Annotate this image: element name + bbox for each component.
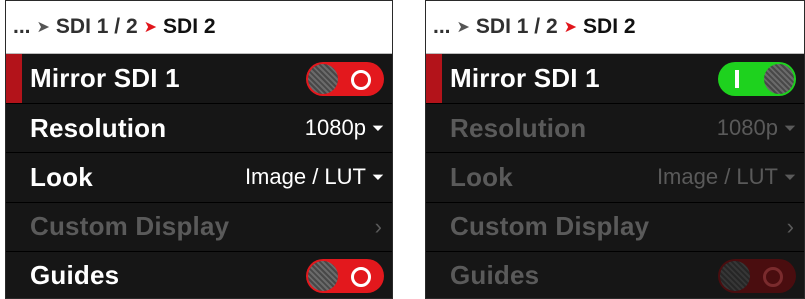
menu-item-resolution: Resolution 1080p ⏷ — [426, 103, 804, 152]
menu-item-label: Resolution — [450, 112, 587, 143]
selection-indicator — [6, 54, 22, 104]
menu-item-label: Mirror SDI 1 — [450, 63, 600, 94]
chevron-down-icon[interactable]: ⏷ — [372, 169, 384, 186]
breadcrumb: ... ➤ SDI 1 / 2 ➤ SDI 2 — [6, 1, 392, 54]
menu-item-mirror-sdi-1[interactable]: Mirror SDI 1 — [6, 54, 392, 104]
chevron-down-icon: ⏷ — [783, 168, 796, 186]
look-value: Image / LUT — [656, 164, 778, 190]
selection-indicator — [426, 54, 442, 104]
toggle-off-icon — [351, 266, 371, 287]
breadcrumb-parent[interactable]: SDI 1 / 2 — [476, 15, 558, 39]
chevron-down-icon[interactable]: ⏷ — [372, 120, 384, 137]
guides-toggle[interactable] — [306, 258, 384, 293]
toggle-knob — [720, 260, 750, 291]
menu-item-label: Mirror SDI 1 — [30, 63, 180, 94]
menu-panel-mirror-off: ... ➤ SDI 1 / 2 ➤ SDI 2 Mirror SDI 1 Res… — [5, 0, 393, 299]
chevron-right-icon[interactable]: › — [375, 214, 382, 240]
menu-item-look: Look Image / LUT ⏷ — [426, 152, 804, 201]
breadcrumb-current: SDI 2 — [163, 15, 216, 38]
mirror-sdi-1-toggle[interactable] — [306, 61, 384, 96]
menu-item-look[interactable]: Look Image / LUT ⏷ — [6, 152, 392, 201]
chevron-right-icon[interactable]: › — [787, 214, 794, 240]
toggle-off-icon — [351, 69, 371, 90]
menu-item-guides: Guides — [426, 250, 804, 298]
look-value[interactable]: Image / LUT — [245, 164, 366, 190]
menu-item-label: Guides — [450, 260, 540, 291]
menu-item-label: Custom Display — [30, 211, 230, 242]
menu-item-label: Resolution — [30, 112, 167, 143]
menu-item-custom-display[interactable]: Custom Display › — [6, 201, 392, 251]
menu-item-mirror-sdi-1[interactable]: Mirror SDI 1 — [426, 54, 804, 104]
toggle-knob — [764, 63, 794, 94]
breadcrumb-current: SDI 2 — [583, 15, 636, 38]
breadcrumb-arrow-icon: ➤ — [143, 19, 158, 36]
toggle-on-icon — [735, 69, 739, 88]
menu-item-label: Guides — [30, 260, 120, 291]
guides-toggle — [718, 258, 796, 293]
menu-panel-mirror-on: ... ➤ SDI 1 / 2 ➤ SDI 2 Mirror SDI 1 Res… — [425, 0, 805, 299]
breadcrumb-arrow-icon: ➤ — [36, 19, 50, 36]
resolution-value[interactable]: 1080p — [305, 115, 366, 141]
resolution-value: 1080p — [716, 115, 778, 141]
chevron-down-icon: ⏷ — [783, 119, 796, 137]
toggle-knob — [308, 260, 338, 291]
breadcrumb-arrow-icon: ➤ — [563, 19, 578, 36]
breadcrumb-ellipsis[interactable]: ... — [13, 15, 31, 39]
mirror-sdi-1-toggle[interactable] — [718, 61, 796, 96]
breadcrumb-parent[interactable]: SDI 1 / 2 — [56, 15, 138, 39]
menu-item-resolution[interactable]: Resolution 1080p ⏷ — [6, 103, 392, 152]
menu-item-label: Look — [30, 161, 93, 192]
menu-item-guides[interactable]: Guides — [6, 250, 392, 298]
breadcrumb-ellipsis[interactable]: ... — [433, 15, 451, 39]
breadcrumb-arrow-icon: ➤ — [456, 19, 470, 36]
menu-item-custom-display[interactable]: Custom Display › — [426, 201, 804, 251]
toggle-knob — [308, 63, 338, 94]
menu-item-label: Look — [450, 161, 513, 192]
menu-item-label: Custom Display — [450, 211, 650, 242]
toggle-off-icon — [763, 266, 783, 287]
breadcrumb: ... ➤ SDI 1 / 2 ➤ SDI 2 — [426, 1, 804, 54]
